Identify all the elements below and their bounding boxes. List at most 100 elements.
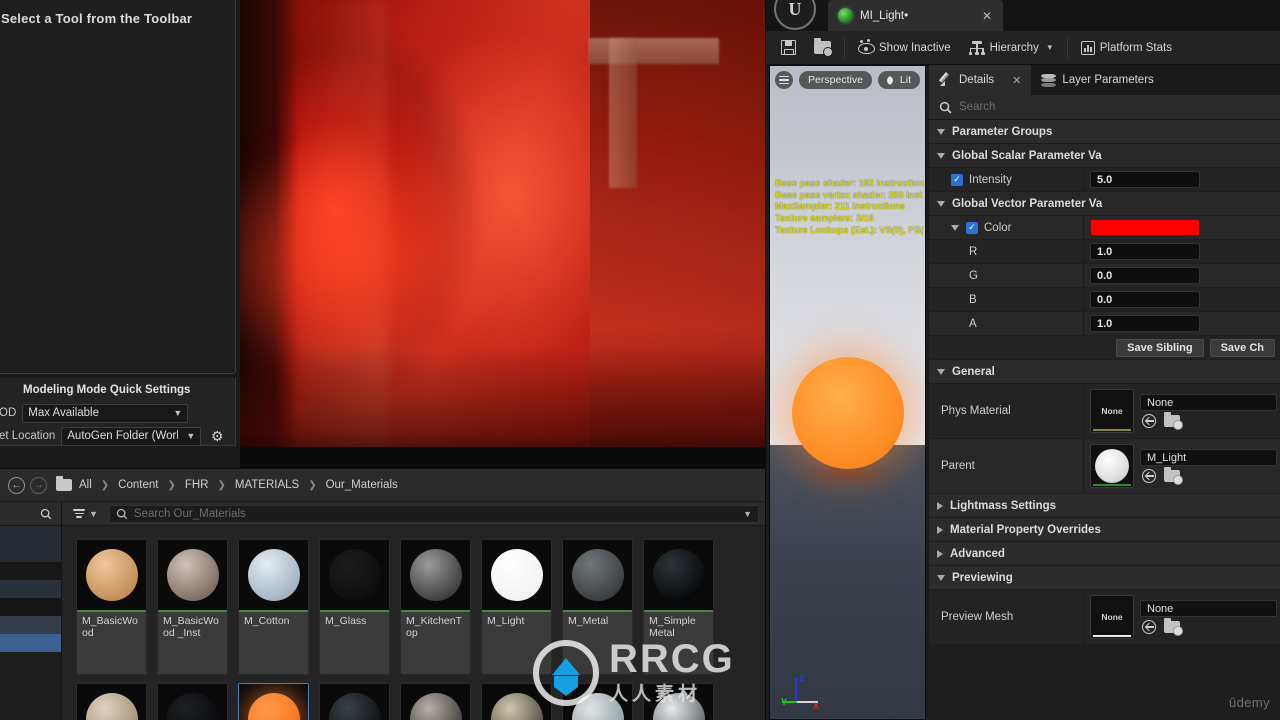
group-global-scalar-parameters[interactable]: Global Scalar Parameter Va: [929, 144, 1280, 168]
asset-thumbnail: [563, 540, 632, 610]
search-input[interactable]: Search Our_Materials ▼: [108, 504, 759, 523]
close-icon[interactable]: ✕: [979, 9, 995, 23]
group-previewing[interactable]: Previewing: [929, 566, 1280, 590]
back-arrow-icon[interactable]: ←: [8, 476, 25, 494]
tree-item[interactable]: [0, 544, 61, 562]
group-advanced[interactable]: Advanced: [929, 542, 1280, 566]
details-scroll-area[interactable]: Parameter Groups Global Scalar Parameter…: [929, 120, 1280, 720]
asset-tile[interactable]: M_KitchenTop: [400, 539, 471, 675]
asset-tile[interactable]: M_Cotton: [238, 539, 309, 675]
phys-material-dropdown[interactable]: None: [1140, 394, 1277, 411]
color-checkbox[interactable]: [966, 221, 978, 234]
hierarchy-label: Hierarchy: [989, 41, 1039, 54]
asset-tile[interactable]: M_Glass: [319, 539, 390, 675]
channel-input-g[interactable]: 0.0: [1090, 267, 1200, 284]
breadcrumb-item-fhr[interactable]: FHR: [184, 479, 210, 491]
viewport-menu-button[interactable]: [775, 71, 794, 89]
hierarchy-button[interactable]: Hierarchy ▼: [960, 34, 1063, 62]
tab-layer-parameters[interactable]: Layer Parameters: [1031, 65, 1163, 95]
asset-location-dropdown[interactable]: AutoGen Folder (World ▼: [61, 426, 202, 446]
parent-thumbnail[interactable]: [1090, 444, 1134, 488]
use-selected-asset-icon[interactable]: [1142, 414, 1156, 428]
chevron-down-icon: [937, 128, 945, 135]
preview-mesh-thumbnail[interactable]: None: [1090, 595, 1134, 639]
tree-item[interactable]: [0, 526, 61, 544]
channel-input-a[interactable]: 1.0: [1090, 315, 1200, 332]
property-label-wrap: R: [929, 240, 1084, 263]
tree-item[interactable]: [0, 580, 61, 598]
channel-input-b[interactable]: 0.0: [1090, 291, 1200, 308]
asset-tile[interactable]: M_Metal: [562, 539, 633, 675]
save-child-button[interactable]: Save Ch: [1209, 338, 1275, 357]
breadcrumb-item-all[interactable]: All: [78, 479, 93, 491]
property-label-wrap: Preview Mesh: [929, 590, 1084, 644]
forward-arrow-icon[interactable]: →: [30, 476, 47, 494]
asset-name-label: M_Glass: [325, 615, 367, 627]
content-browser-tree[interactable]: [0, 502, 62, 720]
platform-stats-button[interactable]: Platform Stats: [1072, 34, 1181, 62]
use-selected-asset-icon[interactable]: [1142, 469, 1156, 483]
breadcrumb-item-content[interactable]: Content: [117, 479, 159, 491]
tree-search-bar[interactable]: [0, 502, 61, 526]
property-row-r: R 1.0: [929, 240, 1280, 264]
view-mode-button[interactable]: Perspective: [799, 71, 872, 89]
tab-mi-light[interactable]: MI_Light• ✕: [828, 0, 1003, 31]
save-sibling-button[interactable]: Save Sibling: [1116, 338, 1204, 357]
chevron-down-icon: [937, 200, 945, 207]
level-viewport[interactable]: [240, 0, 765, 468]
chevron-down-icon[interactable]: [951, 224, 959, 231]
asset-tile[interactable]: [481, 683, 552, 720]
asset-tile[interactable]: [157, 683, 228, 720]
preview-sphere-mesh: [792, 357, 904, 469]
asset-tile-selected[interactable]: [238, 683, 309, 720]
asset-sphere-preview: [571, 693, 624, 720]
group-material-property-overrides[interactable]: Material Property Overrides: [929, 518, 1280, 542]
lod-value: Max Available: [28, 407, 99, 419]
gear-icon[interactable]: ⚙: [208, 427, 226, 445]
asset-tile[interactable]: [400, 683, 471, 720]
channel-input-r[interactable]: 1.0: [1090, 243, 1200, 260]
browse-to-asset-button[interactable]: [805, 34, 840, 62]
filter-button[interactable]: ▼: [68, 509, 103, 519]
asset-tile[interactable]: M_BasicWood: [76, 539, 147, 675]
tree-item[interactable]: [0, 616, 61, 634]
intensity-input[interactable]: 5.0: [1090, 171, 1200, 188]
close-icon[interactable]: ✕: [1012, 74, 1021, 87]
asset-tile[interactable]: [643, 683, 714, 720]
property-value-wrap: 5.0: [1084, 168, 1280, 191]
asset-tile[interactable]: M_BasicWood _Inst: [157, 539, 228, 675]
group-lightmass-settings[interactable]: Lightmass Settings: [929, 494, 1280, 518]
tree-item[interactable]: [0, 598, 61, 616]
asset-tile[interactable]: [319, 683, 390, 720]
breadcrumb-item-materials[interactable]: MATERIALS: [234, 479, 300, 491]
save-button[interactable]: [772, 34, 805, 62]
show-inactive-button[interactable]: Show Inactive: [849, 34, 960, 62]
group-global-vector-parameters[interactable]: Global Vector Parameter Va: [929, 192, 1280, 216]
asset-tile[interactable]: M_Wood Panels: [76, 683, 147, 720]
browse-to-asset-icon[interactable]: [1164, 412, 1183, 430]
browse-to-asset-icon[interactable]: [1164, 618, 1183, 636]
asset-grid[interactable]: M_BasicWood M_BasicWood _Inst M_Cotton M_Gl…: [62, 526, 765, 720]
details-search-input[interactable]: Search: [929, 95, 1280, 120]
parent-dropdown[interactable]: M_Light: [1140, 449, 1277, 466]
preview-mesh-dropdown[interactable]: None: [1140, 600, 1277, 617]
tree-item-selected[interactable]: [0, 634, 61, 652]
lighting-mode-button[interactable]: Lit: [877, 71, 920, 89]
chevron-down-icon[interactable]: ▼: [743, 509, 752, 519]
phys-material-thumbnail[interactable]: None: [1090, 389, 1134, 433]
color-swatch[interactable]: [1090, 219, 1200, 236]
asset-tile[interactable]: M_Simple Metal: [643, 539, 714, 675]
breadcrumb-separator: ❯: [308, 479, 317, 491]
asset-tile[interactable]: [562, 683, 633, 720]
material-preview-viewport[interactable]: Perspective Lit Base pass shader: 162 in…: [769, 65, 926, 720]
group-general[interactable]: General: [929, 360, 1280, 384]
tab-details[interactable]: Details ✕: [929, 65, 1032, 95]
breadcrumb-item-our-materials[interactable]: Our_Materials: [325, 479, 399, 491]
browse-to-asset-icon[interactable]: [1164, 467, 1183, 485]
use-selected-asset-icon[interactable]: [1142, 620, 1156, 634]
tree-item[interactable]: [0, 562, 61, 580]
group-parameter-groups[interactable]: Parameter Groups: [929, 120, 1280, 144]
lod-dropdown[interactable]: Max Available ▼: [22, 403, 189, 423]
intensity-checkbox[interactable]: [951, 173, 963, 186]
asset-tile[interactable]: M_Light: [481, 539, 552, 675]
